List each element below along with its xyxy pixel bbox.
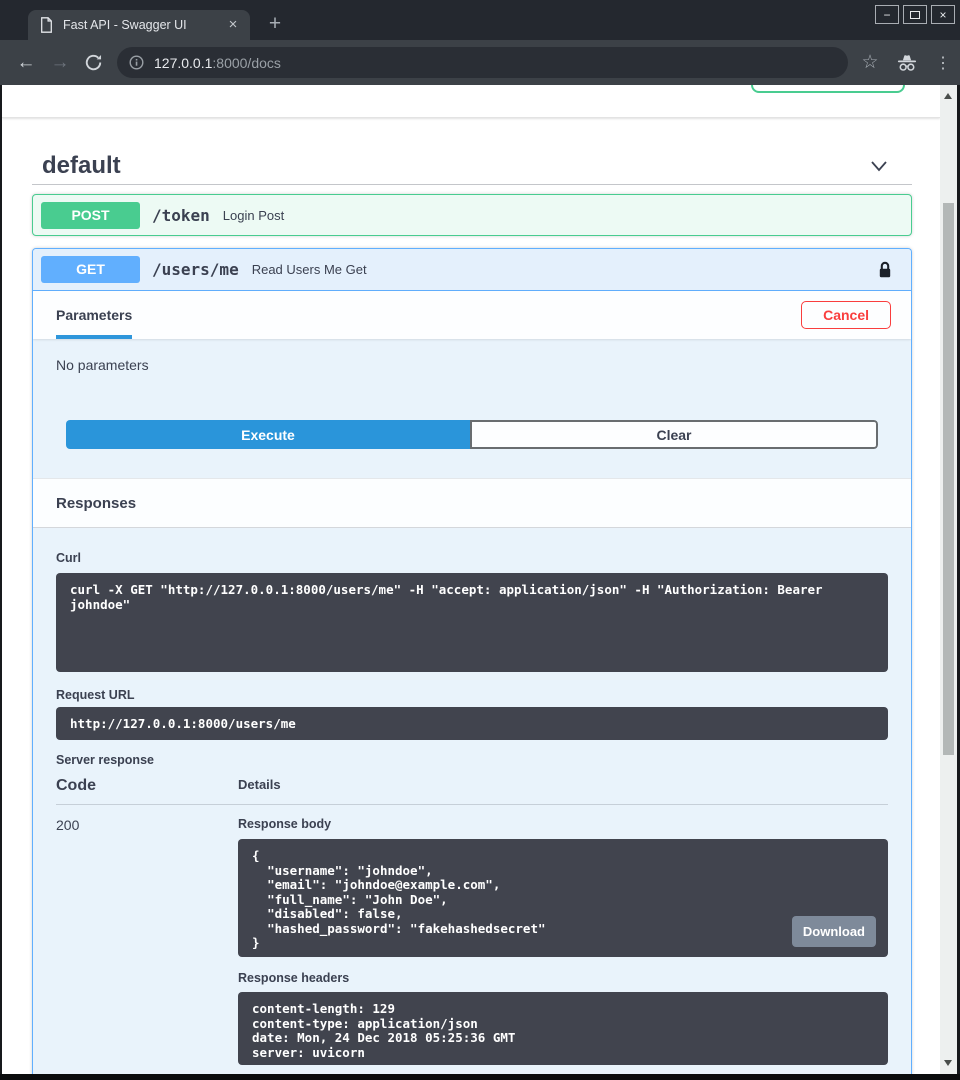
scrollbar-down-icon[interactable] xyxy=(944,1060,952,1066)
op-path-post: /token xyxy=(152,206,210,225)
execute-row: Execute Clear xyxy=(66,420,878,449)
tab-close-icon[interactable]: × xyxy=(224,16,242,34)
browser-tab[interactable]: Fast API - Swagger UI × xyxy=(28,10,250,40)
menu-icon[interactable]: ⋮ xyxy=(926,53,960,73)
parameters-tab-row: Parameters Cancel xyxy=(33,291,911,339)
page-viewport: default POST /token Login Post xyxy=(0,85,960,1074)
info-icon[interactable] xyxy=(129,55,144,70)
browser-toolbar: ← → 127.0.0.1:8000/docs ☆ xyxy=(0,40,960,85)
opblock-post-token[interactable]: POST /token Login Post xyxy=(32,194,912,236)
request-url-label: Request URL xyxy=(56,688,888,702)
tag-title: default xyxy=(32,152,121,180)
curl-label: Curl xyxy=(56,551,888,565)
response-headers: content-length: 129 content-type: applic… xyxy=(238,992,888,1065)
chevron-down-icon[interactable] xyxy=(868,156,890,176)
clear-button[interactable]: Clear xyxy=(470,420,878,449)
scrollbar-thumb[interactable] xyxy=(943,203,954,755)
auth-lock-icon[interactable] xyxy=(877,260,893,280)
titlebar: Fast API - Swagger UI × + − × xyxy=(0,0,960,40)
window-bottom-edge xyxy=(0,1074,960,1080)
code-column-header: Code xyxy=(56,777,238,795)
incognito-icon xyxy=(888,53,926,73)
forward-icon: → xyxy=(48,52,72,74)
browser-window: Fast API - Swagger UI × + − × ← → 127.0.… xyxy=(0,0,960,1080)
curl-command: curl -X GET "http://127.0.0.1:8000/users… xyxy=(56,573,888,672)
tag-section-default[interactable]: default xyxy=(32,147,912,185)
authorize-button-partial[interactable] xyxy=(751,85,905,93)
response-body-label: Response body xyxy=(238,817,888,831)
op-summary-post: Login Post xyxy=(223,208,284,223)
response-row-200: 200 Response body { "username": "johndoe… xyxy=(56,805,888,1065)
response-headers-label: Response headers xyxy=(238,971,888,985)
op-summary-get: Read Users Me Get xyxy=(252,262,367,277)
server-response-label: Server response xyxy=(56,753,888,767)
responses-header: Responses xyxy=(33,478,911,528)
page-scrollbar[interactable] xyxy=(940,85,957,1074)
opblock-get-header[interactable]: GET /users/me Read Users Me Get xyxy=(33,249,911,291)
opblock-get-users-me: GET /users/me Read Users Me Get Paramete… xyxy=(32,248,912,1074)
response-table-header: Code Details xyxy=(56,777,888,805)
method-badge-get: GET xyxy=(41,256,140,283)
cancel-button[interactable]: Cancel xyxy=(801,301,891,329)
download-button[interactable]: Download xyxy=(792,916,876,947)
maximize-button[interactable] xyxy=(903,5,927,24)
response-body: { "username": "johndoe", "email": "johnd… xyxy=(238,839,888,957)
swagger-page: default POST /token Login Post xyxy=(2,85,940,1074)
page-favicon-icon xyxy=(40,17,53,33)
minimize-button[interactable]: − xyxy=(875,5,899,24)
responses-title: Responses xyxy=(56,495,136,512)
back-icon[interactable]: ← xyxy=(14,52,38,74)
tab-parameters[interactable]: Parameters xyxy=(56,291,132,339)
execute-button[interactable]: Execute xyxy=(66,420,470,449)
tab-title: Fast API - Swagger UI xyxy=(63,18,224,32)
url-path: :8000/docs xyxy=(212,55,281,71)
maximize-icon xyxy=(910,11,920,19)
op-path-get: /users/me xyxy=(152,260,239,279)
response-body-json: { "username": "johndoe", "email": "johnd… xyxy=(252,848,546,950)
scrollbar-up-icon[interactable] xyxy=(944,93,952,99)
details-column-header: Details xyxy=(238,777,281,792)
method-badge-post: POST xyxy=(41,202,140,229)
status-code: 200 xyxy=(56,817,238,1065)
url-text[interactable]: 127.0.0.1:8000/docs xyxy=(154,55,281,71)
close-window-button[interactable]: × xyxy=(931,5,955,24)
url-bar[interactable]: 127.0.0.1:8000/docs xyxy=(117,47,848,78)
request-url: http://127.0.0.1:8000/users/me xyxy=(56,707,888,740)
url-host: 127.0.0.1 xyxy=(154,55,212,71)
new-tab-button[interactable]: + xyxy=(262,12,288,38)
scheme-container xyxy=(2,85,940,118)
bookmark-star-icon[interactable]: ☆ xyxy=(852,51,888,74)
reload-icon[interactable] xyxy=(81,53,105,72)
no-parameters-text: No parameters xyxy=(33,339,911,373)
